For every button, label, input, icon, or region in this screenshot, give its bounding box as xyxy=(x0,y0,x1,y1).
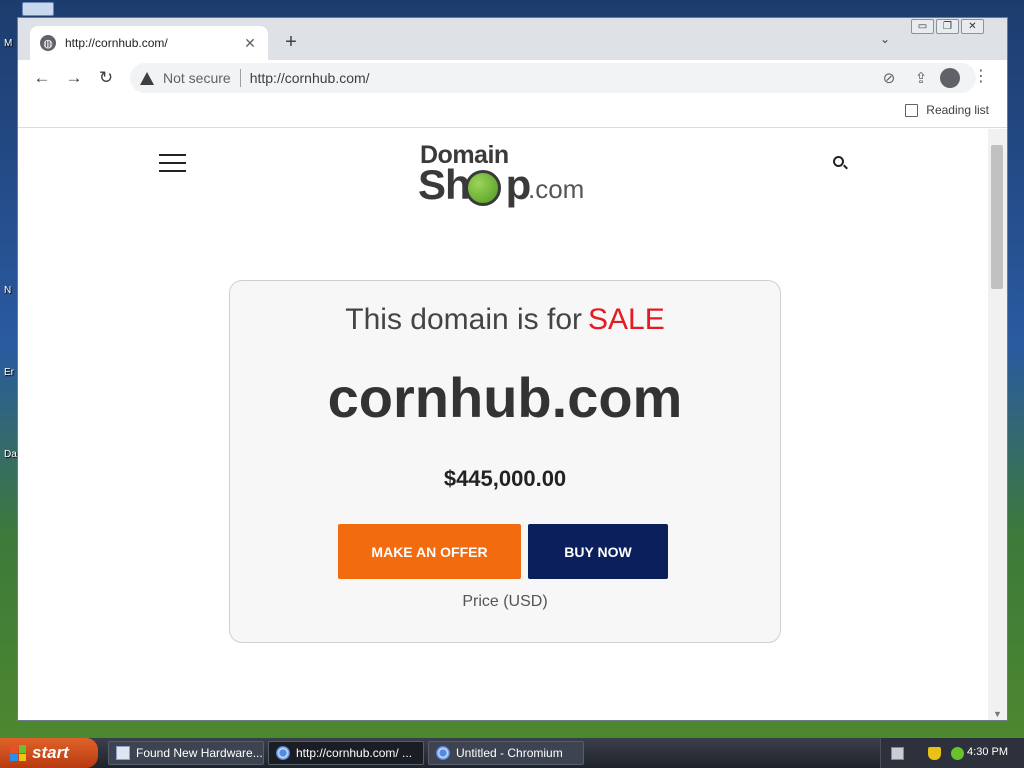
tab-search-chevron-icon[interactable]: ⌄ xyxy=(880,32,890,46)
reload-button[interactable]: ↻ xyxy=(90,62,122,94)
clock: 4:30 PM xyxy=(967,746,1008,758)
logo-com-text: .com xyxy=(528,174,585,204)
taskbar-item-label: Untitled - Chromium xyxy=(456,746,563,760)
taskbar-item-label: http://cornhub.com/ ... xyxy=(296,746,413,760)
keyboard-icon[interactable] xyxy=(891,746,904,760)
system-tray: 4:30 PM xyxy=(880,738,1024,768)
security-shield-icon[interactable] xyxy=(928,746,941,760)
windows-flag-icon xyxy=(10,745,26,761)
hamburger-menu-icon[interactable] xyxy=(159,154,186,178)
make-offer-button[interactable]: MAKE AN OFFER xyxy=(338,524,521,579)
taskbar-item[interactable]: http://cornhub.com/ ... xyxy=(268,741,424,765)
tab-active[interactable]: ◍ http://cornhub.com/ ✕ xyxy=(30,26,268,60)
scrollbar-thumb[interactable] xyxy=(991,145,1003,289)
close-window-button[interactable]: ✕ xyxy=(961,19,984,34)
sale-card: This domain is for SALE cornhub.com $445,… xyxy=(229,280,781,643)
hardware-wizard-icon xyxy=(116,746,130,760)
scroll-down-arrow-icon[interactable]: ▼ xyxy=(993,709,1002,719)
reading-list-label: Reading list xyxy=(926,103,989,117)
buy-now-button[interactable]: BUY NOW xyxy=(528,524,668,579)
desktop-label: Er xyxy=(4,367,14,378)
domain-name: cornhub.com xyxy=(327,366,683,429)
browser-menu-icon[interactable]: ⋮ xyxy=(973,66,989,86)
tab-close-icon[interactable]: ✕ xyxy=(242,35,258,52)
tab-strip: ◍ http://cornhub.com/ ✕ + ⌄ ▭ ❐ ✕ xyxy=(18,18,1007,60)
new-tab-button[interactable]: + xyxy=(280,31,302,54)
start-label: start xyxy=(32,743,69,762)
profile-avatar-icon[interactable] xyxy=(940,68,960,88)
desktop-icon[interactable] xyxy=(22,2,54,16)
restore-button[interactable]: ❐ xyxy=(936,19,959,34)
domain-price: $445,000.00 xyxy=(443,466,567,491)
globe-icon xyxy=(465,170,501,206)
browser-toolbar: ← → ↻ Not secure http://cornhub.com/ ⊘ ⇪… xyxy=(18,60,1007,96)
browser-window: ◍ http://cornhub.com/ ✕ + ⌄ ▭ ❐ ✕ ← → ↻ … xyxy=(17,17,1008,721)
address-bar[interactable]: Not secure http://cornhub.com/ ⊘ ⇪ ☆ xyxy=(130,63,976,93)
forward-button[interactable]: → xyxy=(58,62,90,94)
chromium-icon xyxy=(276,746,290,760)
start-button[interactable]: start xyxy=(0,738,98,768)
domainshop-logo[interactable]: Domain Sh p .com xyxy=(418,141,598,208)
vertical-scrollbar[interactable]: ▼ xyxy=(988,129,1007,720)
warning-icon[interactable] xyxy=(140,71,154,85)
chromium-icon xyxy=(436,746,450,760)
minimize-button[interactable]: ▭ xyxy=(911,19,934,34)
share-icon[interactable]: ⇪ xyxy=(912,69,930,87)
sale-heading-text: This domain is for xyxy=(345,303,583,336)
reading-list-button[interactable]: Reading list xyxy=(905,103,989,117)
globe-icon: ◍ xyxy=(40,35,56,51)
eye-slash-icon[interactable]: ⊘ xyxy=(880,69,898,87)
window-controls: ▭ ❐ ✕ xyxy=(911,19,984,34)
search-icon[interactable] xyxy=(833,156,848,170)
desktop-label: Da xyxy=(4,449,17,460)
taskbar-item[interactable]: Found New Hardware... xyxy=(108,741,264,765)
sale-highlight: SALE xyxy=(588,303,665,336)
tab-title: http://cornhub.com/ xyxy=(65,36,168,50)
security-indicator[interactable]: Not secure xyxy=(163,70,231,86)
reading-list-icon xyxy=(905,103,919,117)
currency-note: Price (USD) xyxy=(462,593,548,610)
taskbar-item-label: Found New Hardware... xyxy=(136,746,263,760)
taskbar: start Found New Hardware... http://cornh… xyxy=(0,738,1024,768)
desktop-label: M xyxy=(4,38,13,49)
page-viewport: Domain Sh p .com This domain is for SALE c… xyxy=(18,129,988,720)
omnibox-divider xyxy=(239,69,241,87)
taskbar-item[interactable]: Untitled - Chromium xyxy=(428,741,584,765)
desktop-label: N xyxy=(4,285,12,296)
url-text[interactable]: http://cornhub.com/ xyxy=(250,70,880,86)
network-icon[interactable] xyxy=(951,746,964,760)
bookmarks-bar: Reading list xyxy=(18,96,1007,128)
sale-heading: This domain is for SALE xyxy=(230,303,780,337)
back-button[interactable]: ← xyxy=(26,62,58,94)
